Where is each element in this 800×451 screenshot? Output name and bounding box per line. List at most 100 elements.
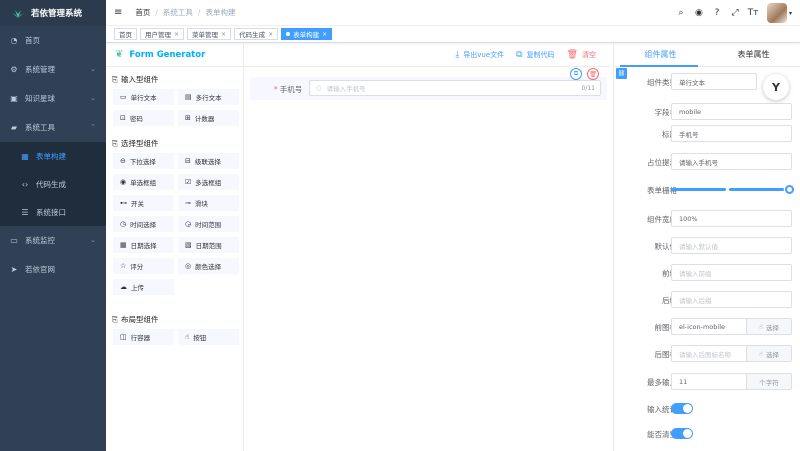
prop-append-button[interactable]: ☝ 选择 <box>746 345 792 362</box>
form-grid-slider[interactable] <box>671 185 794 194</box>
prop-value: 请输入前缀 <box>679 269 712 278</box>
component-item[interactable]: ☑ 多选框组 <box>178 174 239 190</box>
prop-input[interactable]: 100% <box>671 210 792 227</box>
export-vue-button[interactable]: ⤓ 导出vue文件 <box>455 50 504 60</box>
prop-switch[interactable] <box>671 428 693 439</box>
sidebar-item-form-build[interactable]: ▦ 表单构建 <box>0 142 106 170</box>
component-item[interactable]: ⊡ 密码 <box>113 110 174 126</box>
prop-input[interactable]: 请输入后图标名称 <box>671 345 747 362</box>
float-assistant-icon[interactable]: Y <box>763 74 789 100</box>
tag-2[interactable]: 菜单管理 × <box>187 28 232 40</box>
prop-row: 后缀 请输入后缀 <box>614 291 800 309</box>
component-item[interactable]: ◷ 时间选择 <box>113 216 174 232</box>
close-icon[interactable]: × <box>268 31 273 38</box>
component-item[interactable]: ☆ 评分 <box>113 258 174 274</box>
component-item[interactable]: ▤ 多行文本 <box>178 89 239 105</box>
component-item[interactable]: ◫ 行容器 <box>113 329 174 345</box>
prop-input[interactable]: 11 <box>671 373 747 390</box>
prop-row: 表单栅格 <box>614 181 800 199</box>
breadcrumb-system-tools: 系统工具 <box>162 8 193 17</box>
prop-row: 字段名 mobile <box>614 103 800 121</box>
component-label: 密码 <box>129 115 143 123</box>
breadcrumb-home[interactable]: 首页 <box>135 7 150 18</box>
mobile-input[interactable]: ○ 请输入手机号 0/11 <box>309 80 601 96</box>
sidebar-item-code-gen[interactable]: ‹› 代码生成 <box>0 170 106 198</box>
prop-input[interactable]: mobile <box>671 103 792 120</box>
tab-component-props[interactable]: 组件属性 <box>614 43 707 66</box>
component-icon: ☆ <box>120 262 127 270</box>
component-group-title: ⎘ 布局型组件 <box>112 314 243 325</box>
sidebar-item-knowledge[interactable]: ▣ 知识星球 ⌄ <box>0 84 106 113</box>
pointer-icon: ☝ <box>759 349 763 358</box>
component-icon: ⊸ <box>185 199 191 207</box>
prop-input[interactable]: 请输入前缀 <box>671 264 792 281</box>
component-item[interactable]: ▭ 单行文本 <box>113 89 174 105</box>
sidebar-item-monitor[interactable]: ▭ 系统监控 ⌄ <box>0 226 106 255</box>
app-title: 若依管理系统 <box>31 9 83 19</box>
sidebar-item-label: 表单构建 <box>36 151 66 161</box>
prop-input[interactable]: 请输入默认值 <box>671 237 792 254</box>
prop-input[interactable]: 单行文本 <box>671 73 757 90</box>
monitor-icon: ▭ <box>10 236 18 245</box>
help-icon[interactable]: ? <box>711 7 723 19</box>
component-item[interactable]: ☁ 上传 <box>113 279 174 295</box>
sidebar-item-home[interactable]: ◔ 首页 <box>0 26 106 55</box>
component-item[interactable]: ◉ 单选框组 <box>113 174 174 190</box>
tag-0[interactable]: 首页 <box>114 28 137 40</box>
component-item[interactable]: ⊞ 计数器 <box>178 110 239 126</box>
component-item[interactable]: ▦ 日期选择 <box>113 237 174 253</box>
component-item[interactable]: ◎ 颜色选择 <box>178 258 239 274</box>
form-item-mobile[interactable]: * 手机号 ○ 请输入手机号 0/11 ⧉ 🗑 <box>250 68 607 100</box>
slider-handle[interactable] <box>785 185 794 194</box>
prop-switch[interactable] <box>671 403 693 414</box>
prop-input[interactable]: 手机号 <box>671 125 792 142</box>
component-icon: ⊖ <box>120 157 126 165</box>
component-label: 多选框组 <box>195 179 222 187</box>
prop-input[interactable]: 请输入后缀 <box>671 291 792 308</box>
append-label: 选择 <box>765 350 779 359</box>
copy-field-icon[interactable]: ⧉ <box>570 68 582 80</box>
tag-1[interactable]: 用户管理 × <box>140 28 185 40</box>
component-label: 日期选择 <box>130 242 157 250</box>
avatar[interactable] <box>766 3 787 23</box>
tag-label: 菜单管理 <box>192 31 219 39</box>
delete-field-icon[interactable]: 🗑 <box>587 68 599 80</box>
clear-button[interactable]: 🗑 清空 <box>567 50 596 60</box>
component-item[interactable]: ⊸ 滑块 <box>178 195 239 211</box>
sidebar-logo[interactable]: 若依管理系统 <box>0 0 106 26</box>
component-icon: ☁ <box>120 283 127 291</box>
component-item[interactable]: ⊟ 级联选择 <box>178 153 239 169</box>
component-item[interactable]: ▧ 日期范围 <box>178 237 239 253</box>
component-item[interactable]: ◶ 时间范围 <box>178 216 239 232</box>
sidebar-item-system[interactable]: ⚙ 系统管理 ⌄ <box>0 55 106 84</box>
prop-row: 最多输入 11 个字符 <box>614 373 800 391</box>
fullscreen-icon[interactable]: ⤢ <box>729 7 741 19</box>
sidebar-item-label: 系统管理 <box>25 65 55 74</box>
github-icon[interactable]: ◉ <box>693 7 705 19</box>
component-item[interactable]: ☝ 按钮 <box>178 329 239 345</box>
sidebar-item-tools[interactable]: ▰ 系统工具 ⌃ <box>0 113 106 142</box>
sidebar-item-swagger[interactable]: ☰ 系统接口 <box>0 198 106 226</box>
form-icon: ▦ <box>21 151 29 161</box>
component-icon: ▭ <box>120 93 127 101</box>
prop-input[interactable]: el-icon-mobile <box>671 318 747 335</box>
prop-append-button[interactable]: 个字符 <box>746 373 792 390</box>
hamburger-icon[interactable]: ≡ <box>114 7 122 18</box>
prop-input[interactable]: 请输入手机号 <box>671 153 792 170</box>
sidebar-item-website[interactable]: ➤ 若依官网 <box>0 255 106 284</box>
search-icon[interactable]: ⌕ <box>675 7 687 19</box>
tab-form-props[interactable]: 表单属性 <box>707 43 800 66</box>
caret-down-icon[interactable]: ▾ <box>789 10 792 17</box>
close-icon[interactable]: × <box>322 31 327 38</box>
form-canvas[interactable]: * 手机号 ○ 请输入手机号 0/11 ⧉ 🗑 <box>250 68 607 451</box>
education-icon: ▣ <box>10 94 18 103</box>
copy-code-button[interactable]: ⧉ 复制代码 <box>516 50 554 60</box>
font-size-icon[interactable]: Tт <box>747 7 759 19</box>
close-icon[interactable]: × <box>221 31 226 38</box>
component-item[interactable]: ⊷ 开关 <box>113 195 174 211</box>
close-icon[interactable]: × <box>174 31 179 38</box>
tag-4[interactable]: 表单构建 × <box>281 28 333 40</box>
tag-3[interactable]: 代码生成 × <box>234 28 279 40</box>
prop-append-button[interactable]: ☝ 选择 <box>746 318 792 335</box>
component-item[interactable]: ⊖ 下拉选择 <box>113 153 174 169</box>
